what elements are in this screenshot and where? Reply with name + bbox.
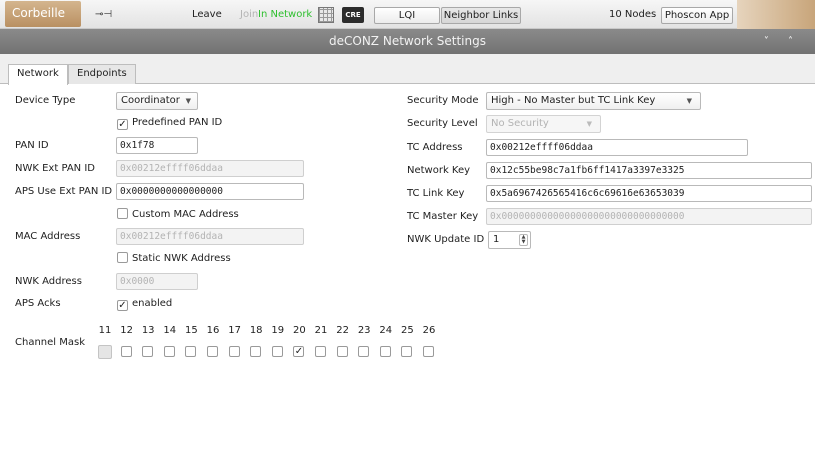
channel-22-label: 22 — [336, 325, 349, 336]
window-title-bar: deCONZ Network Settings ˅ ˄ — [0, 29, 815, 54]
channel-mask-label: Channel Mask — [15, 337, 85, 348]
channel-11-label: 11 — [98, 325, 112, 336]
aps-acks-option: enabled — [132, 298, 173, 309]
checkbox-unchecked-icon — [117, 208, 128, 219]
static-nwk-label: Static NWK Address — [132, 253, 231, 264]
channel-17-label: 17 — [228, 325, 241, 336]
static-nwk-checkbox[interactable]: Static NWK Address — [117, 251, 231, 267]
channel-22-checkbox[interactable] — [336, 346, 348, 357]
channel-23-checkbox[interactable] — [358, 346, 370, 357]
channel-13-label: 13 — [141, 325, 155, 336]
network-status: In Network — [258, 9, 313, 20]
collapse-expand-icon[interactable]: ˅ ˄ — [764, 29, 801, 54]
mac-address-label: MAC Address — [15, 231, 81, 242]
predefined-pan-label: Predefined PAN ID — [132, 117, 223, 128]
channel-15-label: 15 — [185, 325, 198, 336]
aps-use-ext-pan-field[interactable]: 0x0000000000000000 — [116, 183, 304, 200]
tab-bar: Network Endpoints — [0, 54, 815, 85]
channel-13-checkbox[interactable] — [142, 346, 154, 357]
predefined-pan-checkbox[interactable]: ✓ Predefined PAN ID — [117, 115, 222, 131]
node-count: 10 Nodes — [609, 9, 657, 20]
aps-use-ext-pan-label: APS Use Ext PAN ID — [15, 186, 113, 197]
nwk-update-id-label: NWK Update ID — [407, 234, 485, 245]
chevron-down-icon: ▼ — [586, 120, 592, 128]
channel-15-checkbox[interactable] — [185, 346, 197, 357]
channel-23-label: 23 — [357, 325, 371, 336]
security-mode-select[interactable]: High - No Master but TC Link Key ▼ — [486, 92, 701, 110]
channel-19-checkbox[interactable] — [271, 346, 283, 357]
channel-20-checkbox[interactable]: ✓ — [293, 346, 305, 357]
tc-master-key-field: 0x00000000000000000000000000000000 — [486, 208, 812, 225]
tab-network[interactable]: Network — [8, 64, 68, 85]
device-type-label: Device Type — [15, 95, 76, 106]
tab-endpoints[interactable]: Endpoints — [68, 64, 136, 84]
checkbox-checked-icon: ✓ — [117, 119, 128, 130]
network-key-label: Network Key — [407, 165, 471, 176]
channel-18-label: 18 — [249, 325, 263, 336]
nwk-update-id-stepper[interactable]: 1 ▲ ▼ — [488, 231, 531, 249]
security-level-value: No Security — [491, 118, 549, 129]
nwk-ext-pan-field: 0x00212effff06ddaa — [116, 160, 304, 177]
nwk-address-field: 0x0000 — [116, 273, 198, 290]
stepper-arrows-icon[interactable]: ▲ ▼ — [519, 234, 528, 246]
corbeille-button[interactable]: Corbeille — [5, 1, 81, 27]
aps-acks-label: APS Acks — [15, 298, 61, 309]
window-title: deCONZ Network Settings — [329, 34, 486, 48]
checkbox-unchecked-icon — [117, 252, 128, 263]
security-level-label: Security Level — [407, 118, 478, 129]
toolbar-decoration — [737, 0, 815, 29]
channel-25-checkbox[interactable] — [401, 346, 413, 357]
security-level-select: No Security ▼ — [486, 115, 601, 133]
network-grid-icon[interactable] — [318, 7, 334, 23]
nwk-ext-pan-label: NWK Ext PAN ID — [15, 163, 95, 174]
channel-26-label: 26 — [422, 325, 436, 336]
chevron-down-icon: ▼ — [686, 97, 692, 105]
cre-badge[interactable]: CRE — [342, 7, 364, 23]
aps-acks-checkbox[interactable]: ✓ enabled — [117, 296, 172, 312]
tc-link-key-label: TC Link Key — [407, 188, 465, 199]
channel-19-label: 19 — [271, 325, 285, 336]
tc-link-key-field[interactable]: 0x5a6967426565416c6c69616e63653039 — [486, 185, 812, 202]
neighbor-links-button[interactable]: Neighbor Links — [441, 7, 521, 24]
tc-address-field[interactable]: 0x00212effff06ddaa — [486, 139, 748, 156]
security-mode-label: Security Mode — [407, 95, 479, 106]
channel-21-label: 21 — [314, 325, 328, 336]
nwk-update-id-value: 1 — [493, 234, 500, 245]
top-toolbar: Corbeille ⊸⊣ Leave Join In Network CRE L… — [0, 0, 815, 29]
checkbox-checked-icon: ✓ — [117, 300, 128, 311]
channel-21-checkbox[interactable] — [315, 346, 326, 357]
leave-button[interactable]: Leave — [192, 0, 222, 29]
channel-11-checkbox — [98, 345, 112, 359]
channel-16-checkbox[interactable] — [207, 346, 218, 357]
channel-24-checkbox[interactable] — [379, 346, 391, 357]
tc-master-key-label: TC Master Key — [407, 211, 479, 222]
lqi-button[interactable]: LQI — [374, 7, 440, 24]
mac-address-field: 0x00212effff06ddaa — [116, 228, 304, 245]
pan-id-label: PAN ID — [15, 140, 49, 151]
channel-16-label: 16 — [206, 325, 220, 336]
custom-mac-label: Custom MAC Address — [132, 209, 239, 220]
pan-id-field[interactable]: 0x1f78 — [116, 137, 198, 154]
channel-24-label: 24 — [379, 325, 393, 336]
tc-address-label: TC Address — [407, 142, 463, 153]
channel-20-label: 20 — [293, 325, 306, 336]
channel-14-checkbox[interactable] — [163, 346, 175, 357]
chevron-down-icon: ▼ — [185, 97, 191, 105]
device-type-select[interactable]: Coordinator ▼ — [116, 92, 198, 110]
custom-mac-checkbox[interactable]: Custom MAC Address — [117, 207, 239, 223]
channel-17-checkbox[interactable] — [228, 346, 240, 357]
channel-18-checkbox[interactable] — [250, 346, 262, 357]
nwk-address-label: NWK Address — [15, 276, 82, 287]
channel-25-label: 25 — [401, 325, 414, 336]
security-mode-value: High - No Master but TC Link Key — [491, 95, 656, 106]
channel-12-label: 12 — [120, 325, 133, 336]
network-key-field[interactable]: 0x12c55be98c7a1fb6ff1417a3397e3325 — [486, 162, 812, 179]
channel-14-label: 14 — [163, 325, 177, 336]
channel-26-checkbox[interactable] — [423, 346, 434, 357]
device-type-value: Coordinator — [121, 95, 180, 106]
plug-icon[interactable]: ⊸⊣ — [95, 0, 112, 29]
join-button[interactable]: Join — [240, 0, 258, 29]
channel-12-checkbox[interactable] — [120, 346, 132, 357]
phoscon-app-button[interactable]: Phoscon App — [661, 7, 733, 24]
